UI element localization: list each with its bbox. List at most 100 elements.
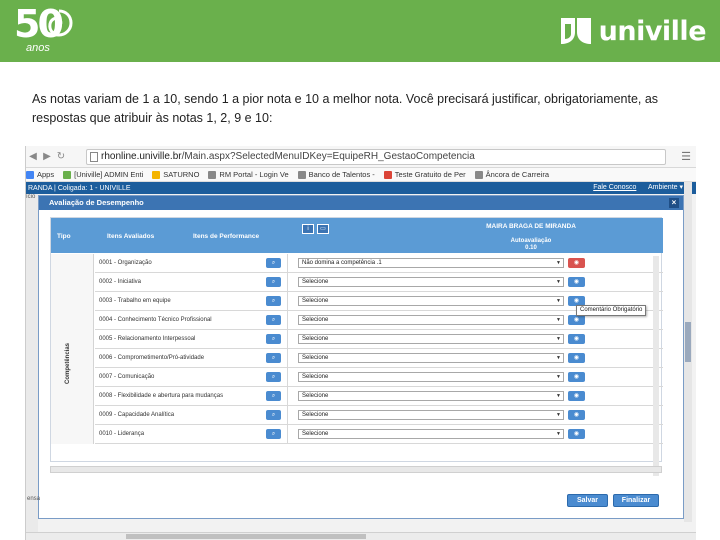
rating-select[interactable]: Selecione ▼ [298, 391, 564, 401]
table-row: 0006 - Comprometimento/Pró-atividade ⌕ Sel… [95, 349, 663, 368]
url-path: /Main.aspx?SelectedMenuIDKey=EquipeRH_Ge… [181, 151, 475, 162]
bookmark-item[interactable]: Âncora de Carreira [474, 170, 549, 179]
autoavaliacao-header: Autoavaliação 0.10 [401, 238, 661, 252]
bookmark-item[interactable]: Banco de Talentos - [297, 170, 375, 179]
comment-button[interactable]: ◉ [568, 410, 585, 420]
bookmark-icon [208, 170, 217, 179]
rating-select[interactable]: Selecione ▼ [298, 334, 564, 344]
rating-select[interactable]: Selecione ▼ [298, 410, 564, 420]
search-button[interactable]: ⌕ [266, 296, 281, 306]
back-icon[interactable]: ◀ [26, 151, 40, 162]
scroll-thumb[interactable] [685, 322, 691, 362]
rating-value: Selecione [302, 298, 329, 304]
bookmark-label: SATURNO [163, 170, 200, 179]
search-button[interactable]: ⌕ [266, 353, 281, 363]
left-nav-item[interactable]: ício [26, 194, 38, 204]
browser-screenshot: ◀ ▶ ↻ rhonline.univille.br/Main.aspx?Sel… [25, 146, 696, 540]
rating-select[interactable]: Selecione ▼ [298, 296, 564, 306]
rating-value: Selecione [302, 374, 329, 380]
col-itens-performance: Itens de Performance [193, 233, 260, 240]
copy-icon[interactable]: ▭ [317, 224, 329, 234]
comment-button[interactable]: ◉ [568, 353, 585, 363]
rating-value: Selecione [302, 279, 329, 285]
info-icon[interactable]: i [302, 224, 314, 234]
reload-icon[interactable]: ↻ [54, 151, 68, 162]
evaluation-modal: Avaliação de Desempenho × Tipo Itens Ava… [27, 195, 684, 519]
footer-left-text: ensa [27, 496, 41, 502]
browser-menu-icon[interactable]: ☰ [681, 150, 691, 163]
bookmark-label: RM Portal - Login Ve [219, 170, 289, 179]
search-button[interactable]: ⌕ [266, 391, 281, 401]
comment-button[interactable]: ◉ [568, 391, 585, 401]
col-tipo: Tipo [57, 233, 71, 240]
rating-select[interactable]: Selecione ▼ [298, 372, 564, 382]
rating-select[interactable]: Selecione ▼ [298, 353, 564, 363]
address-bar: ◀ ▶ ↻ rhonline.univille.br/Main.aspx?Sel… [26, 146, 696, 168]
rating-value: Selecione [302, 431, 329, 437]
employee-name: MAIRA BRAGA DE MIRANDA [486, 223, 576, 230]
anniversary-logo: 50 anos [14, 2, 84, 56]
search-button[interactable]: ⌕ [266, 258, 281, 268]
competency-name: 0002 - Iniciativa [99, 279, 142, 285]
chevron-down-icon: ▼ [556, 431, 561, 437]
competency-name: 0006 - Comprometimento/Pró-atividade [99, 355, 205, 361]
modal-header: Avaliação de Desempenho × [39, 196, 683, 210]
comment-button[interactable]: ◉ [568, 429, 585, 439]
bookmark-item[interactable]: SATURNO [152, 170, 199, 179]
chevron-down-icon: ▼ [556, 260, 561, 266]
bookmark-icon [63, 170, 72, 179]
table-horizontal-scrollbar[interactable] [50, 466, 662, 473]
table-vertical-scrollbar[interactable] [653, 256, 659, 476]
fale-conosco-link[interactable]: Fale Conosco [593, 184, 636, 191]
ambiente-menu[interactable]: Ambiente ▾ [648, 184, 683, 191]
rating-value: Não domina a competência .1 [302, 260, 382, 266]
bookmark-item[interactable]: Teste Gratuito de Per [383, 170, 466, 179]
table-row: 0002 - Iniciativa ⌕ Selecione ▼ ◉ [95, 273, 663, 292]
bookmark-item[interactable]: [Univille] ADMIN Enti [63, 170, 143, 179]
finalize-button[interactable]: Finalizar [613, 494, 659, 507]
competency-name: 0009 - Capacidade Analítica [99, 412, 175, 418]
search-button[interactable]: ⌕ [266, 315, 281, 325]
autoavaliacao-score: 0.10 [525, 245, 537, 251]
comment-required-tooltip: Comentário Obrigatório [576, 305, 647, 316]
competency-name: 0001 - Organização [99, 260, 152, 266]
bookmark-label: [Univille] ADMIN Enti [74, 170, 144, 179]
univille-wordmark: univille [598, 15, 707, 47]
rating-select[interactable]: Selecione ▼ [298, 277, 564, 287]
search-button[interactable]: ⌕ [266, 410, 281, 420]
bookmark-item[interactable]: RM Portal - Login Ve [208, 170, 289, 179]
univille-logo: univille [559, 14, 707, 48]
category-label: Competências [65, 342, 71, 384]
chevron-down-icon: ▼ [556, 412, 561, 418]
forward-icon[interactable]: ▶ [40, 151, 54, 162]
url-input[interactable]: rhonline.univille.br/Main.aspx?SelectedM… [86, 149, 666, 165]
rating-select[interactable]: Selecione ▼ [298, 315, 564, 325]
comment-button[interactable]: ◉ [568, 258, 585, 268]
search-button[interactable]: ⌕ [266, 277, 281, 287]
scroll-thumb[interactable] [126, 534, 366, 539]
page-icon [90, 152, 98, 162]
comment-button[interactable]: ◉ [568, 334, 585, 344]
page-vertical-scrollbar[interactable] [684, 182, 692, 522]
bookmark-item[interactable]: Apps [26, 170, 54, 179]
search-button[interactable]: ⌕ [266, 429, 281, 439]
url-host: rhonline.univille.br [101, 151, 182, 162]
page-horizontal-scrollbar[interactable] [26, 532, 696, 540]
logo-sub: anos [26, 42, 50, 54]
modal-close-button[interactable]: × [669, 198, 679, 208]
chevron-down-icon: ▼ [556, 374, 561, 380]
competency-name: 0005 - Relacionamento Interpessoal [99, 336, 196, 342]
search-button[interactable]: ⌕ [266, 372, 281, 382]
comment-button[interactable]: ◉ [568, 315, 585, 325]
slide: 50 anos univille As notas variam de 1 a … [0, 0, 720, 540]
intro-text: As notas variam de 1 a 10, sendo 1 a pio… [32, 92, 659, 125]
rating-select[interactable]: Selecione ▼ [298, 429, 564, 439]
search-button[interactable]: ⌕ [266, 334, 281, 344]
comment-button[interactable]: ◉ [568, 372, 585, 382]
rating-select[interactable]: Não domina a competência .1 ▼ [298, 258, 564, 268]
column-divider [287, 311, 288, 330]
bookmark-icon [152, 170, 161, 179]
col-itens-avaliados: Itens Avaliados [107, 233, 155, 240]
save-button[interactable]: Salvar [567, 494, 608, 507]
comment-button[interactable]: ◉ [568, 277, 585, 287]
